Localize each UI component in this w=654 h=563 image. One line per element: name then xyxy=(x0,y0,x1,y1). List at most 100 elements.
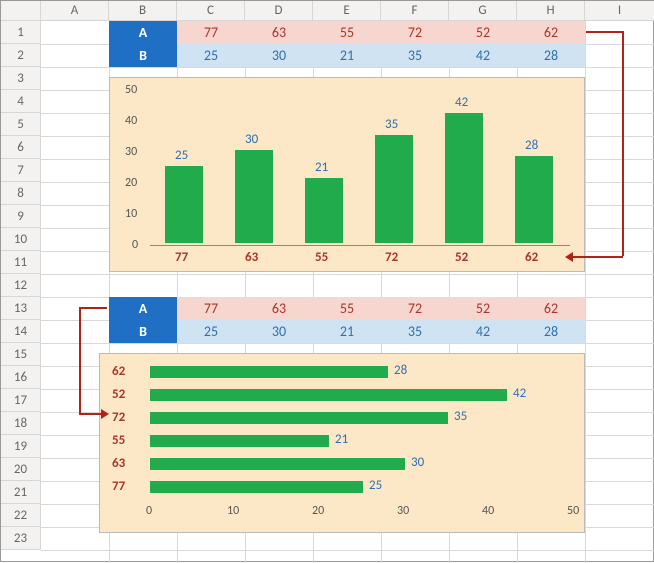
x-tick: 30 xyxy=(397,504,409,518)
cell[interactable]: 28 xyxy=(517,44,585,67)
cell[interactable]: 25 xyxy=(177,320,245,343)
bar xyxy=(150,412,448,424)
row-header[interactable]: 21 xyxy=(1,481,41,504)
cell[interactable]: 30 xyxy=(245,320,313,343)
cell[interactable]: 72 xyxy=(381,21,449,44)
bar xyxy=(150,458,405,470)
row-header[interactable]: 8 xyxy=(1,182,41,205)
data-label: 25 xyxy=(175,148,188,163)
cell[interactable]: 77 xyxy=(177,21,245,44)
category-label: 52 xyxy=(455,250,468,265)
col-header-A[interactable]: A xyxy=(41,1,109,21)
cell[interactable]: 42 xyxy=(449,44,517,67)
data-label: 30 xyxy=(411,455,424,470)
cell[interactable]: 72 xyxy=(381,297,449,320)
col-header-D[interactable]: D xyxy=(245,1,313,21)
cell[interactable]: 63 xyxy=(245,297,313,320)
column-chart[interactable]: 50 40 30 20 10 0 25 30 21 35 42 28 77 63… xyxy=(109,77,585,272)
row-header[interactable]: 11 xyxy=(1,251,41,274)
top-table-header-A[interactable]: A xyxy=(109,21,177,44)
y-tick: 40 xyxy=(125,114,137,128)
col-header-C[interactable]: C xyxy=(177,1,245,21)
col-header-F[interactable]: F xyxy=(381,1,449,21)
cell[interactable]: 42 xyxy=(449,320,517,343)
row-header[interactable]: 4 xyxy=(1,90,41,113)
category-label: 77 xyxy=(175,250,188,265)
row-header[interactable]: 5 xyxy=(1,113,41,136)
category-label: 72 xyxy=(385,250,398,265)
top-table-header-B[interactable]: B xyxy=(109,44,177,67)
bar xyxy=(150,435,329,447)
row-header[interactable]: 19 xyxy=(1,435,41,458)
x-tick: 20 xyxy=(312,504,324,518)
row-header[interactable]: 10 xyxy=(1,228,41,251)
data-label: 42 xyxy=(513,386,526,401)
cell[interactable]: 30 xyxy=(245,44,313,67)
cell[interactable]: 62 xyxy=(517,21,585,44)
cell[interactable]: 62 xyxy=(517,297,585,320)
cell[interactable]: 55 xyxy=(313,297,381,320)
data-label: 21 xyxy=(315,160,328,175)
data-label: 30 xyxy=(245,132,258,147)
cell[interactable]: 63 xyxy=(245,21,313,44)
row-header[interactable]: 17 xyxy=(1,389,41,412)
row-header[interactable]: 15 xyxy=(1,343,41,366)
bottom-table-header-A[interactable]: A xyxy=(109,297,177,320)
data-label: 42 xyxy=(455,95,468,110)
cell[interactable]: 25 xyxy=(177,44,245,67)
col-header-B[interactable]: B xyxy=(109,1,177,21)
cell[interactable]: 52 xyxy=(449,297,517,320)
bar xyxy=(150,481,363,493)
cell[interactable]: 21 xyxy=(313,44,381,67)
data-label: 28 xyxy=(394,363,407,378)
bar xyxy=(375,135,413,243)
category-label: 62 xyxy=(525,250,538,265)
data-label: 35 xyxy=(454,409,467,424)
cell[interactable]: 35 xyxy=(381,320,449,343)
row-header[interactable]: 12 xyxy=(1,274,41,297)
x-tick: 10 xyxy=(227,504,239,518)
row-header[interactable]: 22 xyxy=(1,504,41,527)
row-header[interactable]: 2 xyxy=(1,44,41,67)
cell[interactable]: 28 xyxy=(517,320,585,343)
row-header[interactable]: 20 xyxy=(1,458,41,481)
row-header[interactable]: 14 xyxy=(1,320,41,343)
cell[interactable]: 52 xyxy=(449,21,517,44)
cell[interactable]: 21 xyxy=(313,320,381,343)
category-label: 72 xyxy=(112,410,125,425)
col-header-I[interactable]: I xyxy=(585,1,654,21)
col-header-H[interactable]: H xyxy=(517,1,585,21)
y-tick: 0 xyxy=(132,238,138,252)
category-label: 63 xyxy=(112,456,125,471)
category-label: 55 xyxy=(112,433,125,448)
row-header[interactable]: 9 xyxy=(1,205,41,228)
y-tick: 20 xyxy=(125,176,137,190)
x-tick: 50 xyxy=(567,504,579,518)
y-tick: 30 xyxy=(125,145,137,159)
col-header-E[interactable]: E xyxy=(313,1,381,21)
row-header[interactable]: 18 xyxy=(1,412,41,435)
data-label: 21 xyxy=(335,432,348,447)
cell[interactable]: 55 xyxy=(313,21,381,44)
spreadsheet: A B C D E F G H I 1 2 3 4 5 6 7 8 9 10 1… xyxy=(1,1,654,563)
row-header[interactable]: 23 xyxy=(1,527,41,550)
row-header[interactable]: 1 xyxy=(1,21,41,44)
data-label: 35 xyxy=(385,117,398,132)
select-all-corner[interactable] xyxy=(1,1,41,21)
x-tick: 40 xyxy=(482,504,494,518)
y-tick: 50 xyxy=(125,83,137,97)
bar xyxy=(445,113,483,243)
col-header-G[interactable]: G xyxy=(449,1,517,21)
row-header[interactable]: 7 xyxy=(1,159,41,182)
cell[interactable]: 35 xyxy=(381,44,449,67)
row-header[interactable]: 3 xyxy=(1,67,41,90)
row-header[interactable]: 6 xyxy=(1,136,41,159)
bar-chart[interactable]: 62 52 72 55 63 77 0 10 20 30 40 50 28 42… xyxy=(99,353,585,533)
bottom-table-header-B[interactable]: B xyxy=(109,320,177,343)
cell[interactable]: 77 xyxy=(177,297,245,320)
row-header[interactable]: 13 xyxy=(1,297,41,320)
data-label: 28 xyxy=(525,138,538,153)
bar xyxy=(150,366,388,378)
row-header[interactable]: 16 xyxy=(1,366,41,389)
bar xyxy=(305,178,343,243)
